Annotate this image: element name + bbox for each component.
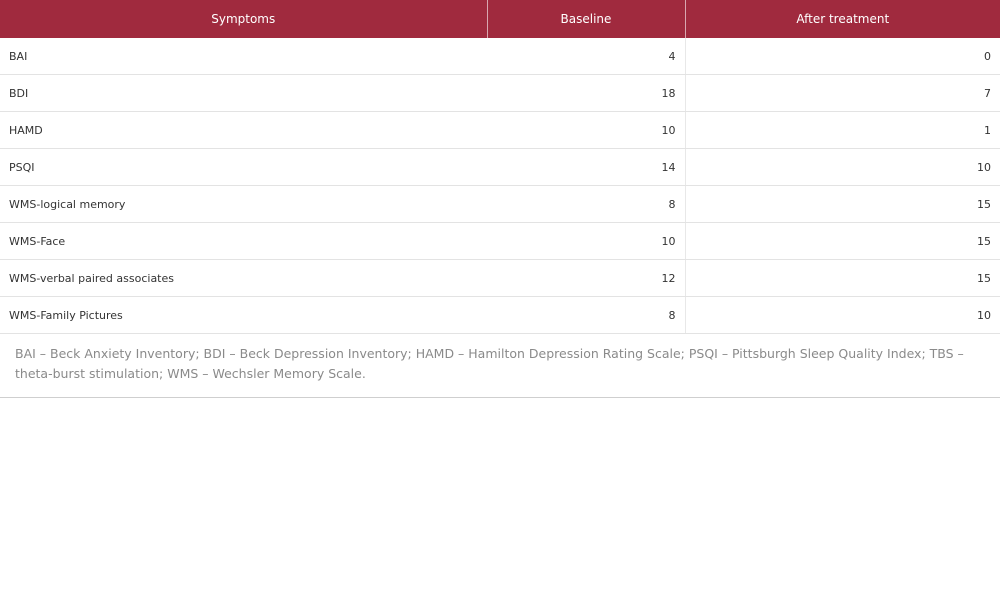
header-row: Symptoms Baseline After treatment [0,0,1000,38]
cell-baseline: 12 [487,259,686,297]
table-row: BAI 4 0 [0,38,1000,75]
cell-after-treatment: 0 [685,38,1000,75]
cell-symptom: HAMD [0,111,487,149]
table-row: HAMD 10 1 [0,111,1000,149]
cell-symptom: BAI [0,38,487,75]
table-row: WMS-Face 10 15 [0,222,1000,260]
cell-symptom: WMS-Face [0,222,487,260]
cell-symptom: WMS-Family Pictures [0,296,487,334]
cell-after-treatment: 15 [685,259,1000,297]
cell-baseline: 8 [487,296,686,334]
cell-symptom: BDI [0,74,487,112]
table-body: BAI 4 0 BDI 18 7 HAMD 10 1 PSQI 14 10 WM… [0,38,1000,334]
cell-baseline: 8 [487,185,686,223]
cell-after-treatment: 15 [685,185,1000,223]
results-table: Symptoms Baseline After treatment BAI 4 … [0,0,1000,334]
cell-symptom: WMS-verbal paired associates [0,259,487,297]
table-row: WMS-verbal paired associates 12 15 [0,259,1000,297]
cell-after-treatment: 10 [685,148,1000,186]
table-row: BDI 18 7 [0,74,1000,112]
table-header: Symptoms Baseline After treatment [0,0,1000,38]
results-table-container: Symptoms Baseline After treatment BAI 4 … [0,0,1000,334]
cell-after-treatment: 15 [685,222,1000,260]
cell-after-treatment: 7 [685,74,1000,112]
header-after-treatment: After treatment [685,0,1000,38]
cell-symptom: PSQI [0,148,487,186]
cell-baseline: 10 [487,111,686,149]
cell-baseline: 14 [487,148,686,186]
cell-baseline: 4 [487,38,686,75]
cell-after-treatment: 10 [685,296,1000,334]
table-row: WMS-Family Pictures 8 10 [0,296,1000,334]
cell-baseline: 18 [487,74,686,112]
cell-baseline: 10 [487,222,686,260]
cell-symptom: WMS-logical memory [0,185,487,223]
table-row: WMS-logical memory 8 15 [0,185,1000,223]
table-row: PSQI 14 10 [0,148,1000,186]
cell-after-treatment: 1 [685,111,1000,149]
header-baseline: Baseline [487,0,686,38]
header-symptoms: Symptoms [0,0,488,38]
table-footnote: BAI – Beck Anxiety Inventory; BDI – Beck… [0,331,1000,398]
